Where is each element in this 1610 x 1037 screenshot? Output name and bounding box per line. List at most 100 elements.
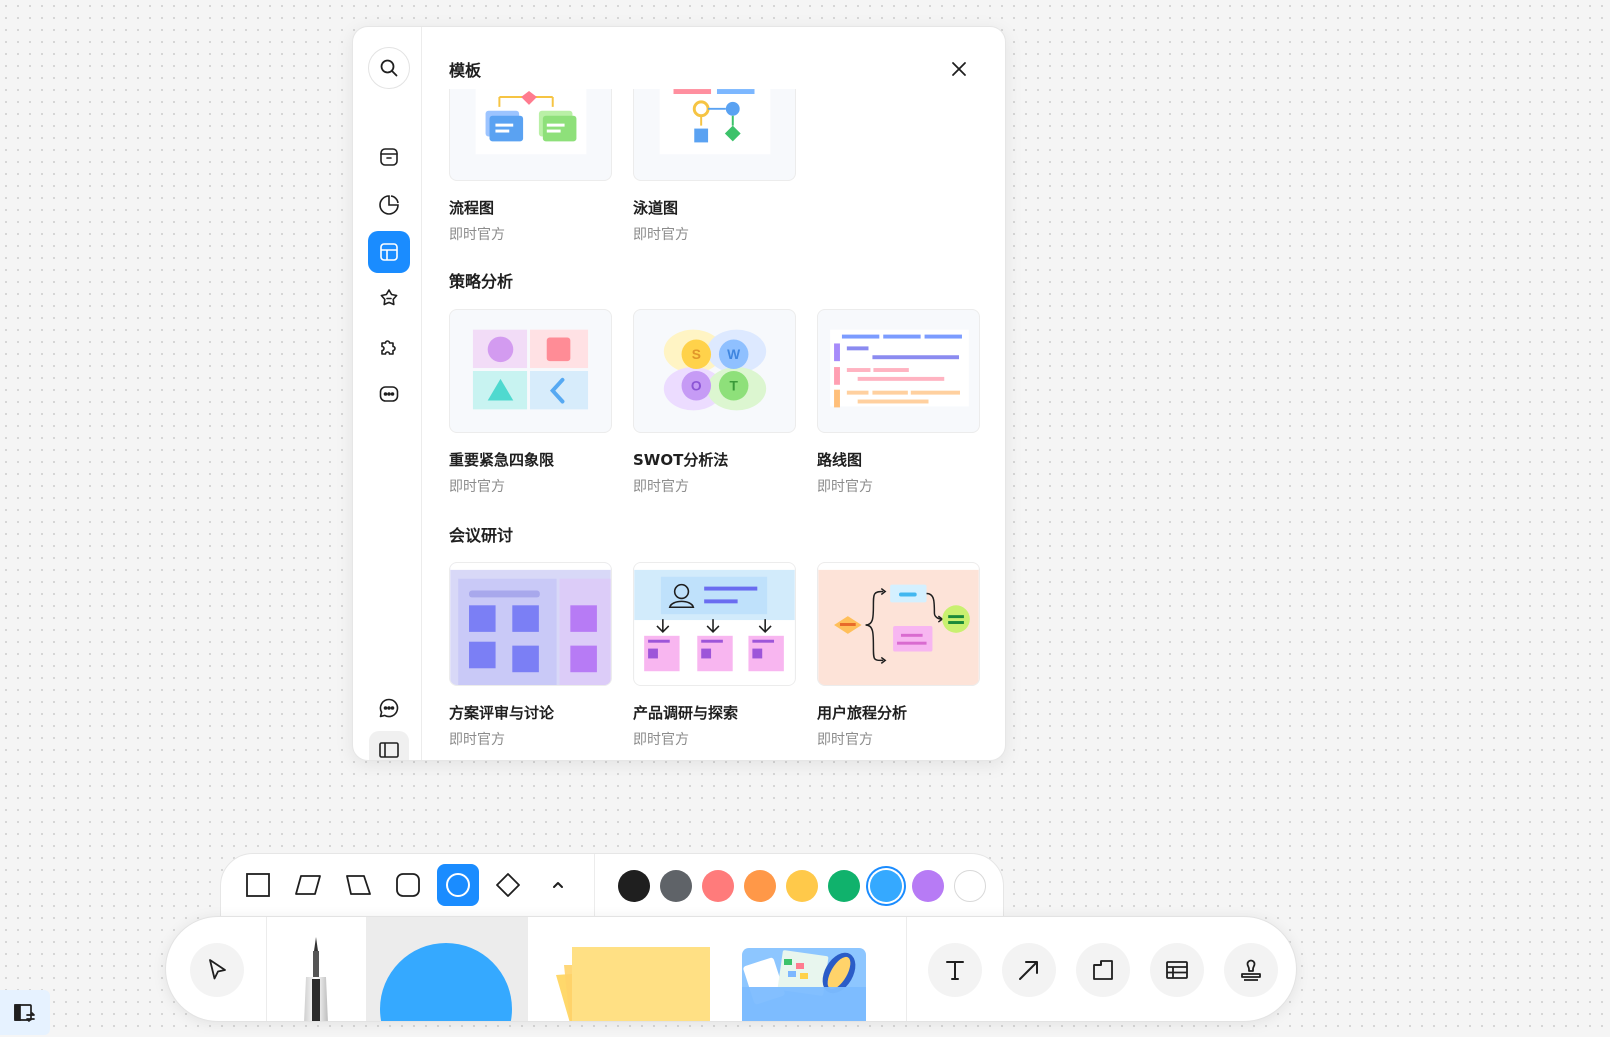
more-icon [379, 386, 399, 402]
ai-button[interactable] [368, 278, 410, 320]
template-author: 即时官方 [449, 732, 505, 748]
shape-diamond-button[interactable] [487, 864, 529, 906]
comments-button[interactable] [368, 687, 410, 729]
template-name: 路线图 [817, 451, 863, 469]
media-folder-tool-button[interactable] [736, 917, 886, 1021]
swot-letter-s: S [692, 347, 701, 362]
table-icon [1166, 961, 1188, 979]
cursor-icon [209, 959, 226, 980]
pie-chart-icon [379, 195, 399, 215]
sidebar-icon [379, 742, 399, 758]
pen-icon [304, 937, 328, 1021]
swimlane-thumbnail [633, 89, 796, 181]
toolbar-divider [906, 917, 907, 1021]
blue-circle-icon [380, 943, 512, 1021]
section-title: 策略分析 [449, 272, 514, 291]
swot-letter-o: O [691, 379, 702, 394]
shape-circle-button[interactable] [437, 864, 479, 906]
color-swatch-white[interactable] [954, 870, 986, 902]
diamond-icon [496, 873, 520, 897]
color-swatch-purple[interactable] [912, 870, 944, 902]
package-icon [380, 148, 398, 166]
swot-letter-t: T [729, 379, 738, 394]
trapezoid-icon [346, 875, 371, 895]
template-author: 即时官方 [817, 479, 873, 495]
stats-button[interactable] [368, 184, 410, 226]
toolbar-divider [594, 854, 595, 920]
plugins-button[interactable] [368, 326, 410, 368]
template-card-flowchart[interactable]: 流程图 即时官方 [449, 89, 612, 244]
template-author: 即时官方 [633, 732, 689, 748]
layers-toggle-button[interactable] [0, 990, 50, 1035]
user-journey-thumbnail [817, 562, 980, 686]
arrow-icon [1019, 961, 1038, 980]
color-swatch-green[interactable] [828, 870, 860, 902]
sticky-note-icon [556, 947, 710, 1021]
roadmap-thumbnail [817, 309, 980, 433]
shape-parallelogram-button[interactable] [287, 864, 329, 906]
template-card-swot[interactable]: S W O T SWOT分析法 即时官方 [633, 309, 796, 496]
more-shapes-button[interactable] [537, 864, 579, 906]
main-toolbar [165, 916, 1297, 1022]
text-tool-button[interactable] [928, 943, 982, 997]
folder-icon [742, 948, 866, 1021]
template-author: 即时官方 [633, 479, 689, 495]
more-button[interactable] [368, 373, 410, 415]
comment-icon [379, 698, 399, 718]
template-card-proposal-review[interactable]: 方案评审与讨论 即时官方 [449, 562, 612, 749]
assets-button[interactable] [368, 136, 410, 178]
template-icon [380, 243, 398, 261]
shape-trapezoid-button[interactable] [337, 864, 379, 906]
color-swatch-yellow[interactable] [786, 870, 818, 902]
template-author: 即时官方 [633, 227, 689, 243]
color-swatch-black[interactable] [618, 870, 650, 902]
frame-tool-button[interactable] [1076, 943, 1130, 997]
chevron-up-icon [553, 882, 563, 888]
panel-title: 模板 [449, 61, 482, 80]
priority-matrix-thumbnail [449, 309, 612, 433]
puzzle-icon [381, 340, 396, 355]
parallelogram-icon [295, 875, 321, 895]
panel-content: 模板 流程图 即时官方 泳道图 即时官方 策略分析 重要紧急四象限 即时官方 S… [422, 27, 1005, 760]
template-card-roadmap[interactable]: 路线图 即时官方 [817, 309, 980, 496]
close-icon [952, 62, 966, 76]
flowchart-thumbnail [449, 89, 612, 181]
stamp-tool-button[interactable] [1224, 943, 1278, 997]
template-card-user-journey[interactable]: 用户旅程分析 即时官方 [817, 562, 980, 749]
pen-tool-button[interactable] [266, 917, 366, 1021]
template-name: SWOT分析法 [633, 451, 729, 469]
select-tool-button[interactable] [190, 943, 244, 997]
arrow-tool-button[interactable] [1002, 943, 1056, 997]
table-tool-button[interactable] [1150, 943, 1204, 997]
frame-icon [1093, 960, 1113, 980]
color-swatch-blue[interactable] [870, 870, 902, 902]
shape-rectangle-button[interactable] [237, 864, 279, 906]
product-research-thumbnail [633, 562, 796, 686]
template-name: 产品调研与探索 [633, 704, 739, 722]
color-swatch-gray[interactable] [660, 870, 692, 902]
template-name: 方案评审与讨论 [449, 704, 555, 722]
shape-tool-button[interactable] [366, 917, 528, 1021]
sparkle-icon [380, 289, 398, 306]
template-name: 重要紧急四象限 [449, 451, 555, 469]
close-button[interactable] [947, 57, 971, 81]
section-title: 会议研讨 [449, 526, 514, 545]
template-name: 用户旅程分析 [817, 704, 908, 722]
search-button[interactable] [368, 47, 410, 89]
sidebar-toggle-button[interactable] [369, 731, 409, 760]
color-swatch-red[interactable] [702, 870, 734, 902]
rounded-rectangle-icon [396, 873, 420, 897]
color-swatch-orange[interactable] [744, 870, 776, 902]
search-icon [380, 59, 398, 77]
template-card-priority-matrix[interactable]: 重要紧急四象限 即时官方 [449, 309, 612, 496]
text-icon [946, 961, 964, 980]
sticky-note-tool-button[interactable] [544, 917, 714, 1021]
template-author: 即时官方 [449, 479, 505, 495]
templates-button[interactable] [368, 231, 410, 273]
template-card-swimlane[interactable]: 泳道图 即时官方 [633, 89, 796, 244]
circle-icon [446, 873, 470, 897]
shape-rounded-rectangle-button[interactable] [387, 864, 429, 906]
proposal-review-thumbnail [449, 562, 612, 686]
swot-letter-w: W [727, 347, 740, 362]
template-card-product-research[interactable]: 产品调研与探索 即时官方 [633, 562, 796, 749]
